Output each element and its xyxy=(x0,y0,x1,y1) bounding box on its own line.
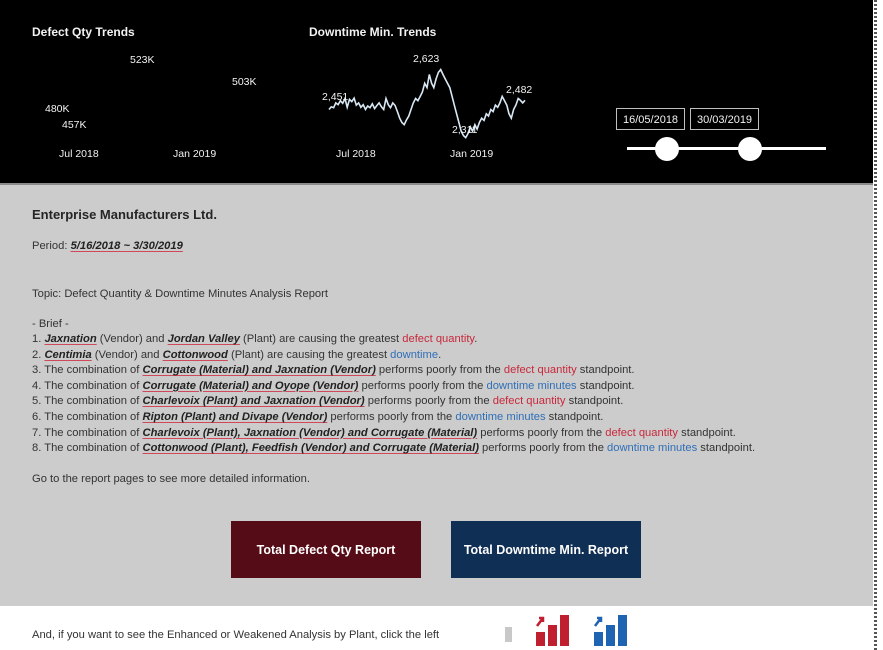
brief-item: 8. The combination of Cottonwood (Plant)… xyxy=(32,442,755,454)
plant-analysis-instruction: And, if you want to see the Enhanced or … xyxy=(32,629,440,641)
page-edge-border xyxy=(874,0,877,650)
brief-text: (Plant) are causing the greatest xyxy=(227,348,391,361)
brief-item-prefix: 5. The combination of xyxy=(32,395,143,408)
brief-item: 7. The combination of Charlevoix (Plant)… xyxy=(32,427,736,439)
brief-metric: defect quantity xyxy=(605,426,679,439)
brief-item-prefix: 1. xyxy=(32,333,45,345)
downtime-min-sparkline[interactable] xyxy=(327,66,527,142)
period-label: Period: xyxy=(32,240,71,252)
brief-entity: Charlevoix (Plant), Jaxnation (Vendor) a… xyxy=(142,426,478,439)
brief-text: performs poorly from the xyxy=(375,364,504,377)
brief-text: (Vendor) and xyxy=(91,348,163,361)
defect-x-tick-jul-2018: Jul 2018 xyxy=(59,148,99,160)
brief-metric: downtime minutes xyxy=(486,379,577,392)
downtime-x-tick-jan-2019: Jan 2019 xyxy=(450,148,494,160)
period-line: Period: 5/16/2018 ~ 3/30/2019 xyxy=(32,240,183,252)
brief-item: 1. Jaxnation (Vendor) and Jordan Valley … xyxy=(32,333,477,345)
brief-item-prefix: 6. The combination of xyxy=(32,411,143,423)
brief-text: standpoint. xyxy=(576,364,635,377)
brief-item-prefix: 2. xyxy=(32,348,45,361)
downtime-min-trends-title: Downtime Min. Trends xyxy=(309,25,437,39)
total-defect-qty-report-button[interactable]: Total Defect Qty Report xyxy=(231,521,421,578)
brief-text: standpoint. xyxy=(697,442,756,455)
brief-entity: Jordan Valley xyxy=(167,333,240,345)
brief-entity: Charlevoix (Plant) and Jaxnation (Vendor… xyxy=(142,395,365,408)
brief-entity: Ripton (Plant) and Divape (Vendor) xyxy=(142,411,328,423)
brief-text: . xyxy=(474,333,478,345)
topic-line: Topic: Defect Quantity & Downtime Minute… xyxy=(32,288,328,300)
bar-chart-up-red-icon[interactable] xyxy=(535,612,571,647)
defect-max-label: 523K xyxy=(130,54,155,66)
brief-entity: Jaxnation xyxy=(44,333,97,345)
downtime-max-label: 2,623 xyxy=(413,53,440,65)
brief-item-prefix: 4. The combination of xyxy=(32,379,143,392)
brief-item: 5. The combination of Charlevoix (Plant)… xyxy=(32,395,623,407)
brief-text: performs poorly from the xyxy=(327,411,456,423)
brief-text: (Vendor) and xyxy=(96,333,168,345)
defect-end-label: 503K xyxy=(232,76,257,88)
brief-metric: defect quantity xyxy=(503,364,577,377)
brief-item: 6. The combination of Ripton (Plant) and… xyxy=(32,411,603,423)
defect-min-label: 457K xyxy=(62,119,87,131)
brief-text: performs poorly from the xyxy=(358,379,487,392)
brief-text: standpoint. xyxy=(545,411,604,423)
end-date-input[interactable]: 30/03/2019 xyxy=(690,108,760,130)
downtime-min-label: 2,311 xyxy=(452,124,478,136)
brief-entity: Corrugate (Material) and Oyope (Vendor) xyxy=(142,379,359,392)
downtime-x-tick-jul-2018: Jul 2018 xyxy=(336,148,376,160)
company-name: Enterprise Manufacturers Ltd. xyxy=(32,207,217,222)
start-date-input[interactable]: 16/05/2018 xyxy=(616,108,686,130)
brief-entity: Corrugate (Material) and Jaxnation (Vend… xyxy=(142,364,376,377)
period-value: 5/16/2018 ~ 3/30/2019 xyxy=(70,240,183,252)
brief-item: 4. The combination of Corrugate (Materia… xyxy=(32,380,635,392)
defect-qty-trends-title: Defect Qty Trends xyxy=(32,25,135,39)
brief-heading: - Brief - xyxy=(32,318,69,330)
footer-note: Go to the report pages to see more detai… xyxy=(32,473,310,485)
brief-entity: Centimia xyxy=(44,348,92,361)
brief-item-prefix: 7. The combination of xyxy=(32,426,143,439)
brief-item: 2. Centimia (Vendor) and Cottonwood (Pla… xyxy=(32,349,441,361)
brief-item: 3. The combination of Corrugate (Materia… xyxy=(32,364,635,376)
brief-metric: defect quantity xyxy=(492,395,566,408)
defect-start-label: 480K xyxy=(45,103,70,115)
brief-metric: downtime minutes xyxy=(607,442,698,455)
downtime-end-label: 2,482 xyxy=(506,84,533,96)
brief-text: standpoint. xyxy=(678,426,736,439)
brief-text: performs poorly from the xyxy=(364,395,493,408)
brief-metric: downtime xyxy=(390,348,439,361)
brief-text: performs poorly from the xyxy=(477,426,606,439)
brief-entity: Cottonwood xyxy=(162,348,228,361)
brief-metric: downtime minutes xyxy=(455,411,546,423)
sparkline-series xyxy=(328,67,526,139)
brief-entity: Cottonwood (Plant), Feedfish (Vendor) an… xyxy=(142,442,479,455)
total-downtime-min-report-button[interactable]: Total Downtime Min. Report xyxy=(451,521,641,578)
brief-metric: defect quantity xyxy=(402,333,475,345)
defect-x-tick-jan-2019: Jan 2019 xyxy=(173,148,217,160)
bar-chart-up-blue-icon[interactable] xyxy=(593,612,629,647)
scroll-indicator xyxy=(505,627,512,642)
brief-text: . xyxy=(438,348,442,361)
brief-text: (Plant) are causing the greatest xyxy=(239,333,403,345)
brief-text: standpoint. xyxy=(576,379,635,392)
downtime-start-label: 2,451 xyxy=(322,91,349,103)
brief-item-prefix: 3. The combination of xyxy=(32,364,143,377)
date-slider-start-handle[interactable] xyxy=(654,137,679,161)
brief-item-prefix: 8. The combination of xyxy=(32,442,143,455)
brief-text: standpoint. xyxy=(565,395,624,408)
brief-text: performs poorly from the xyxy=(478,442,608,455)
